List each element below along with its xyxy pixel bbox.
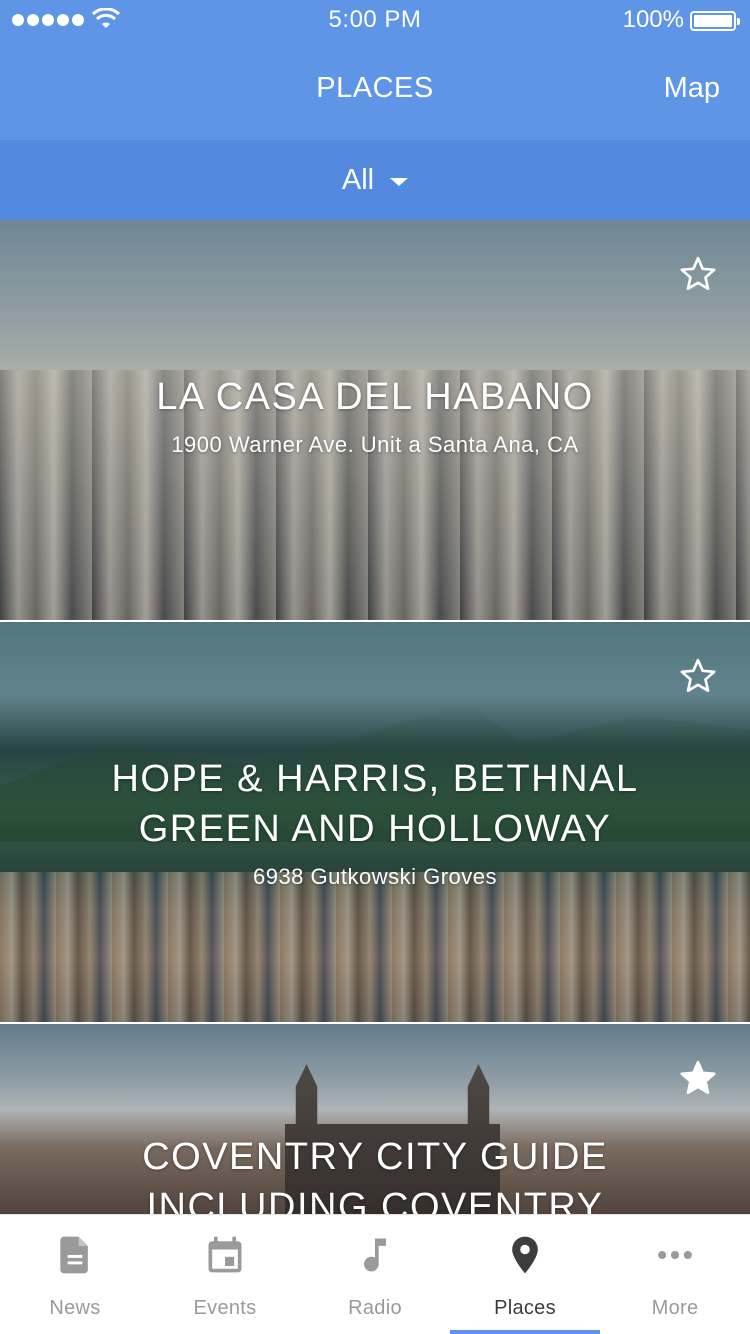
tab-more[interactable]: More [600,1215,750,1334]
bottom-tab-bar: News Events Radio Places More [0,1214,750,1334]
status-bar: 5:00 PM 100% [0,0,750,40]
filter-dropdown[interactable]: All [0,140,750,220]
tab-label: Events [193,1297,257,1319]
battery-icon [690,11,740,31]
tab-radio[interactable]: Radio [300,1215,450,1334]
place-address: 1900 Warner Ave. Unit a Santa Ana, CA [171,432,579,457]
tab-events[interactable]: Events [150,1215,300,1334]
map-button[interactable]: Map [664,72,720,105]
page-title: PLACES [316,72,434,104]
tab-label: News [49,1297,101,1319]
more-dots-icon [658,1250,692,1260]
tab-places[interactable]: Places [450,1215,600,1334]
place-title: COVENTRY CITY GUIDE INCLUDING COVENTRY [142,1136,608,1214]
tab-label: Radio [348,1297,402,1319]
tab-label: More [651,1297,699,1319]
filter-selected-label: All [341,163,375,196]
tab-news[interactable]: News [0,1215,150,1334]
map-pin-icon [512,1236,538,1274]
music-note-icon [364,1238,386,1272]
tab-label: Places [494,1297,556,1319]
star-outline-icon[interactable] [678,254,718,294]
document-icon [60,1236,88,1274]
place-title: HOPE & HARRIS, BETHNAL GREEN AND HOLLOWA… [111,758,639,850]
place-card[interactable]: LA CASA DEL HABANO 1900 Warner Ave. Unit… [0,220,750,620]
caret-down-icon [390,178,409,186]
top-bar: 5:00 PM 100% PLACES Map [0,0,750,140]
battery-percent: 100% [622,6,684,33]
calendar-icon [208,1236,242,1273]
place-card[interactable]: COVENTRY CITY GUIDE INCLUDING COVENTRY [0,1024,750,1214]
star-filled-icon[interactable] [678,1058,718,1098]
place-card[interactable]: HOPE & HARRIS, BETHNAL GREEN AND HOLLOWA… [0,622,750,1022]
star-outline-icon[interactable] [678,656,718,696]
place-title: LA CASA DEL HABANO [156,376,594,418]
place-address: 6938 Gutkowski Groves [252,864,498,889]
active-tab-indicator [450,1330,600,1334]
